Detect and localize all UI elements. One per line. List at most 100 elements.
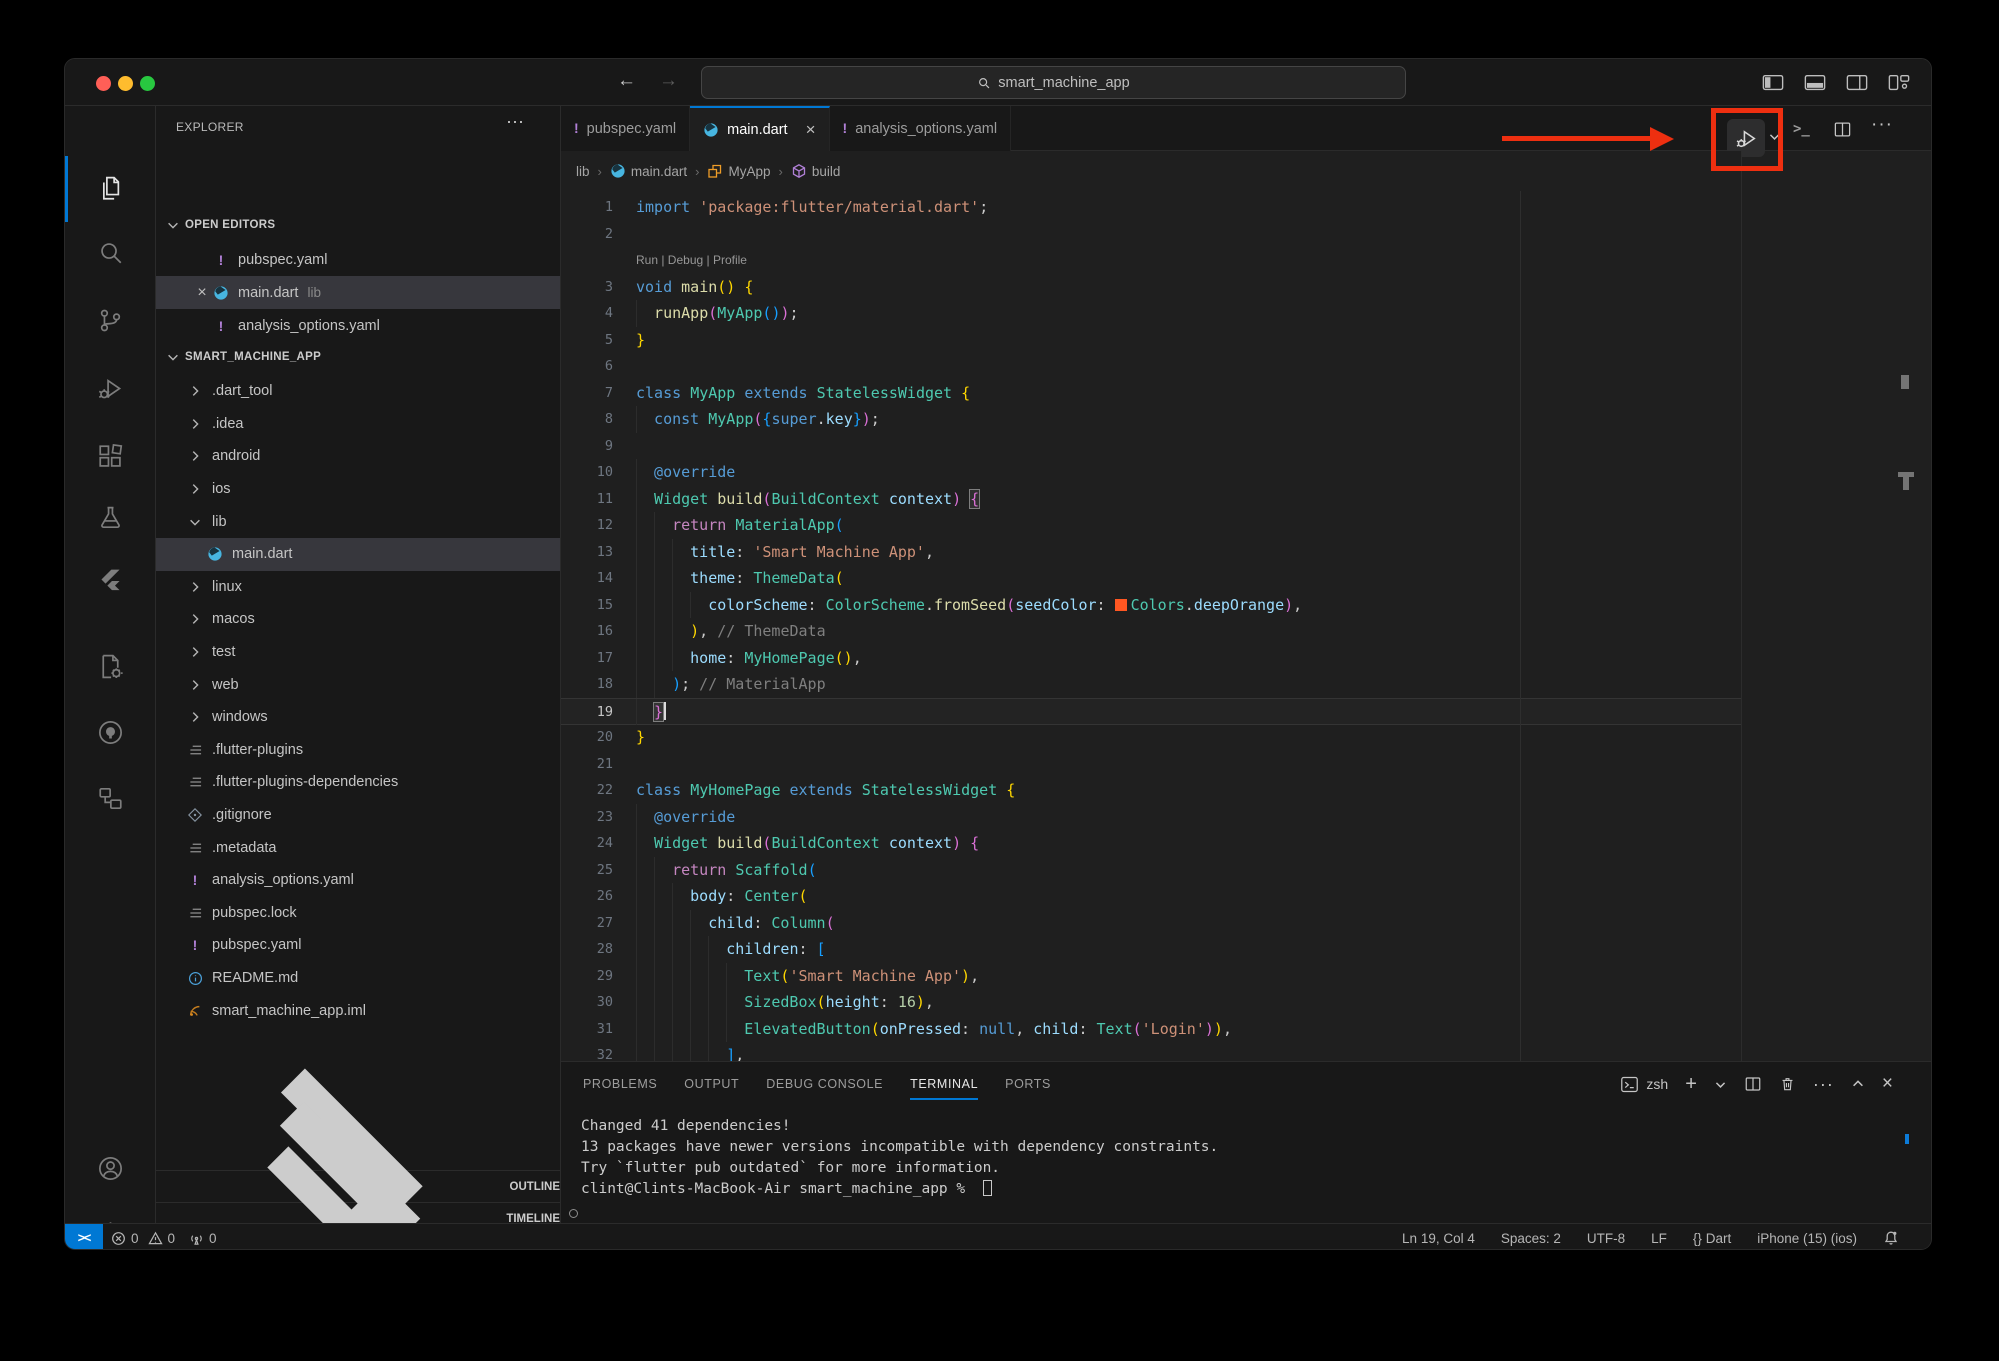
code-editor[interactable]: 1import 'package:flutter/material.dart';… xyxy=(561,191,1741,1061)
tree-item-pubspec.lock[interactable]: pubspec.lock xyxy=(156,897,560,930)
code-line[interactable]: 10@override xyxy=(561,459,1741,486)
tree-item-lib[interactable]: lib xyxy=(156,505,560,538)
traffic-light-close[interactable] xyxy=(96,76,111,91)
panel-tab-terminal[interactable]: TERMINAL xyxy=(910,1062,978,1106)
tree-item-README.md[interactable]: README.md xyxy=(156,962,560,995)
tree-item-.metadata[interactable]: .metadata xyxy=(156,831,560,864)
maximize-panel-icon[interactable] xyxy=(1851,1077,1865,1091)
activity-extensions-icon[interactable] xyxy=(65,430,156,482)
tree-item-.flutter-plugins[interactable]: .flutter-plugins xyxy=(156,734,560,767)
toggle-panel-icon[interactable] xyxy=(1804,74,1826,91)
tree-item-macos[interactable]: macos xyxy=(156,603,560,636)
tree-item-.flutter-plugins-dependencies[interactable]: .flutter-plugins-dependencies xyxy=(156,766,560,799)
close-editor-icon[interactable]: × xyxy=(192,284,212,302)
code-line[interactable]: 16), // ThemeData xyxy=(561,618,1741,645)
tree-item-main.dart[interactable]: main.dart xyxy=(156,538,560,571)
code-line[interactable]: 18); // MaterialApp xyxy=(561,671,1741,698)
remote-indicator[interactable]: >< xyxy=(65,1224,103,1250)
code-line[interactable]: 4runApp(MyApp()); xyxy=(561,300,1741,327)
status-utf-8[interactable]: UTF-8 xyxy=(1587,1231,1625,1246)
code-line[interactable]: 22class MyHomePage extends StatelessWidg… xyxy=(561,777,1741,804)
code-line[interactable]: 5} xyxy=(561,327,1741,354)
code-line[interactable]: 21 xyxy=(561,751,1741,778)
code-line[interactable]: 11Widget build(BuildContext context) { xyxy=(561,486,1741,513)
activity-accounts-icon[interactable] xyxy=(65,1142,156,1194)
code-line[interactable]: 31ElevatedButton(onPressed: null, child:… xyxy=(561,1016,1741,1043)
activity-flutter-icon[interactable] xyxy=(65,554,156,606)
code-line[interactable]: 14theme: ThemeData( xyxy=(561,565,1741,592)
toggle-secondary-sidebar-icon[interactable] xyxy=(1846,74,1868,91)
breadcrumb-build[interactable]: build xyxy=(791,163,841,179)
tab-main.dart[interactable]: main.dart× xyxy=(690,106,829,152)
panel-tab-ports[interactable]: PORTS xyxy=(1005,1062,1051,1106)
tree-item-web[interactable]: web xyxy=(156,668,560,701)
code-line[interactable]: 24Widget build(BuildContext context) { xyxy=(561,830,1741,857)
tab-analysis_options.yaml[interactable]: !analysis_options.yaml xyxy=(830,106,1012,151)
code-line[interactable]: 29Text('Smart Machine App'), xyxy=(561,963,1741,990)
customize-layout-icon[interactable] xyxy=(1888,74,1910,91)
code-line[interactable]: 27child: Column( xyxy=(561,910,1741,937)
tree-item-.dart_tool[interactable]: .dart_tool xyxy=(156,375,560,408)
new-terminal-icon[interactable]: + xyxy=(1685,1073,1697,1096)
tree-item-test[interactable]: test xyxy=(156,636,560,669)
tree-item-.idea[interactable]: .idea xyxy=(156,408,560,441)
code-line[interactable]: 7class MyApp extends StatelessWidget { xyxy=(561,380,1741,407)
breadcrumb-lib[interactable]: lib xyxy=(576,164,590,179)
status-ln-19-col-4[interactable]: Ln 19, Col 4 xyxy=(1402,1231,1475,1246)
activity-search-icon[interactable] xyxy=(65,226,156,278)
code-line[interactable]: 8const MyApp({super.key}); xyxy=(561,406,1741,433)
code-line[interactable]: 23@override xyxy=(561,804,1741,831)
open-editor-main.dart[interactable]: ×main.dartlib xyxy=(156,276,560,309)
code-line[interactable]: 15colorScheme: ColorScheme.fromSeed(seed… xyxy=(561,592,1741,619)
notifications-bell-icon[interactable] xyxy=(1883,1230,1899,1246)
terminal-prompt[interactable]: clint@Clints-MacBook-Air smart_machine_a… xyxy=(581,1179,1218,1200)
panel-more-actions-icon[interactable]: ··· xyxy=(1813,1074,1834,1095)
close-panel-icon[interactable]: × xyxy=(1882,1073,1893,1095)
tree-item-ios[interactable]: ios xyxy=(156,473,560,506)
status-iphone-15-ios-[interactable]: iPhone (15) (ios) xyxy=(1757,1231,1857,1246)
split-editor-icon[interactable] xyxy=(1833,120,1852,139)
code-line[interactable]: 28children: [ xyxy=(561,936,1741,963)
open-editor-pubspec.yaml[interactable]: !pubspec.yaml xyxy=(156,243,560,276)
status-lf[interactable]: LF xyxy=(1651,1231,1667,1246)
activity-run-and-debug-icon[interactable] xyxy=(65,362,156,414)
tree-item-.gitignore[interactable]: .gitignore xyxy=(156,799,560,832)
terminal-output[interactable]: Changed 41 dependencies!13 packages have… xyxy=(581,1116,1218,1200)
broadcast-status[interactable]: 0 xyxy=(189,1231,217,1246)
code-lens-row[interactable]: Run | Debug | Profile xyxy=(561,247,1741,274)
kill-terminal-icon[interactable] xyxy=(1779,1075,1796,1093)
tab-pubspec.yaml[interactable]: !pubspec.yaml xyxy=(561,106,690,151)
activity-explorer-icon[interactable] xyxy=(65,162,156,214)
breadcrumb-MyApp[interactable]: MyApp xyxy=(707,163,770,179)
code-line[interactable]: 17home: MyHomePage(), xyxy=(561,645,1741,672)
tree-item-windows[interactable]: windows xyxy=(156,701,560,734)
code-line[interactable]: 26body: Center( xyxy=(561,883,1741,910)
terminal-shell-badge[interactable]: zsh xyxy=(1620,1076,1668,1093)
panel-tab-problems[interactable]: PROBLEMS xyxy=(583,1062,657,1106)
problems-status[interactable]: 0 0 xyxy=(111,1231,175,1246)
more-actions-icon[interactable]: ··· xyxy=(1871,114,1893,136)
launch-profile-chevron-icon[interactable] xyxy=(1714,1078,1727,1091)
code-line[interactable]: 13title: 'Smart Machine App', xyxy=(561,539,1741,566)
tree-item-linux[interactable]: linux xyxy=(156,571,560,604)
status--dart[interactable]: {} Dart xyxy=(1693,1231,1731,1246)
split-terminal-icon[interactable] xyxy=(1744,1075,1762,1093)
code-line[interactable]: 19} xyxy=(561,698,1741,725)
forward-arrow-icon[interactable]: → xyxy=(659,70,678,92)
command-center-search[interactable]: smart_machine_app xyxy=(701,66,1406,99)
code-line[interactable]: 9 xyxy=(561,433,1741,460)
panel-tab-debug-console[interactable]: DEBUG CONSOLE xyxy=(766,1062,883,1106)
code-line[interactable]: 20} xyxy=(561,724,1741,751)
back-arrow-icon[interactable]: ← xyxy=(617,70,636,92)
code-lens-actions[interactable]: Run | Debug | Profile xyxy=(636,247,747,274)
open-terminal-icon[interactable]: >_ xyxy=(1793,121,1810,137)
code-line[interactable]: 1import 'package:flutter/material.dart'; xyxy=(561,194,1741,221)
code-line[interactable]: 12return MaterialApp( xyxy=(561,512,1741,539)
tree-item-analysis_options.yaml[interactable]: !analysis_options.yaml xyxy=(156,864,560,897)
breadcrumb-main.dart[interactable]: main.dart xyxy=(610,163,687,179)
close-tab-icon[interactable]: × xyxy=(806,120,816,140)
tree-item-android[interactable]: android xyxy=(156,440,560,473)
open-editors-header[interactable]: OPEN EDITORS xyxy=(156,210,560,240)
code-line[interactable]: 32], xyxy=(561,1042,1741,1061)
activity-source-control-icon[interactable] xyxy=(65,294,156,346)
